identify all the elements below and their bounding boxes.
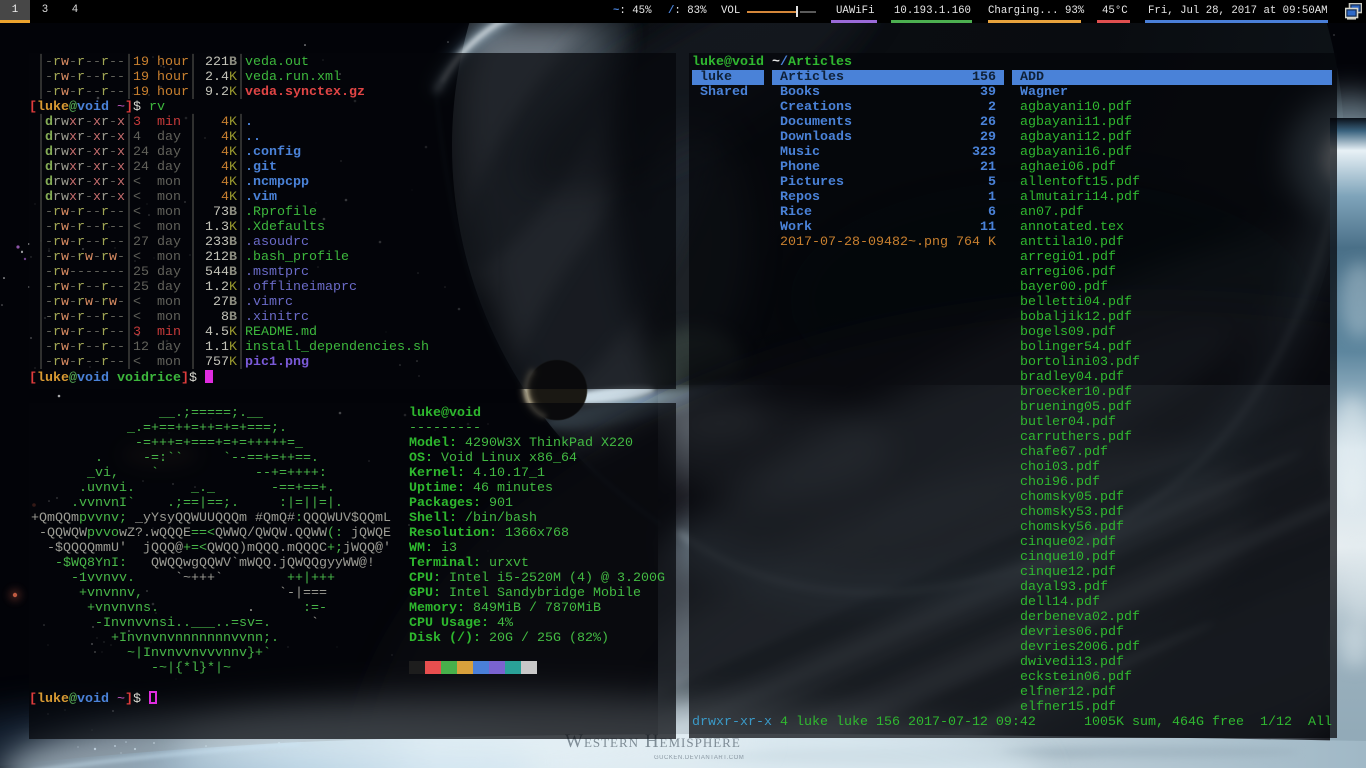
svg-text:GUCKEN.DEVIANTART.COM: GUCKEN.DEVIANTART.COM (654, 755, 744, 761)
